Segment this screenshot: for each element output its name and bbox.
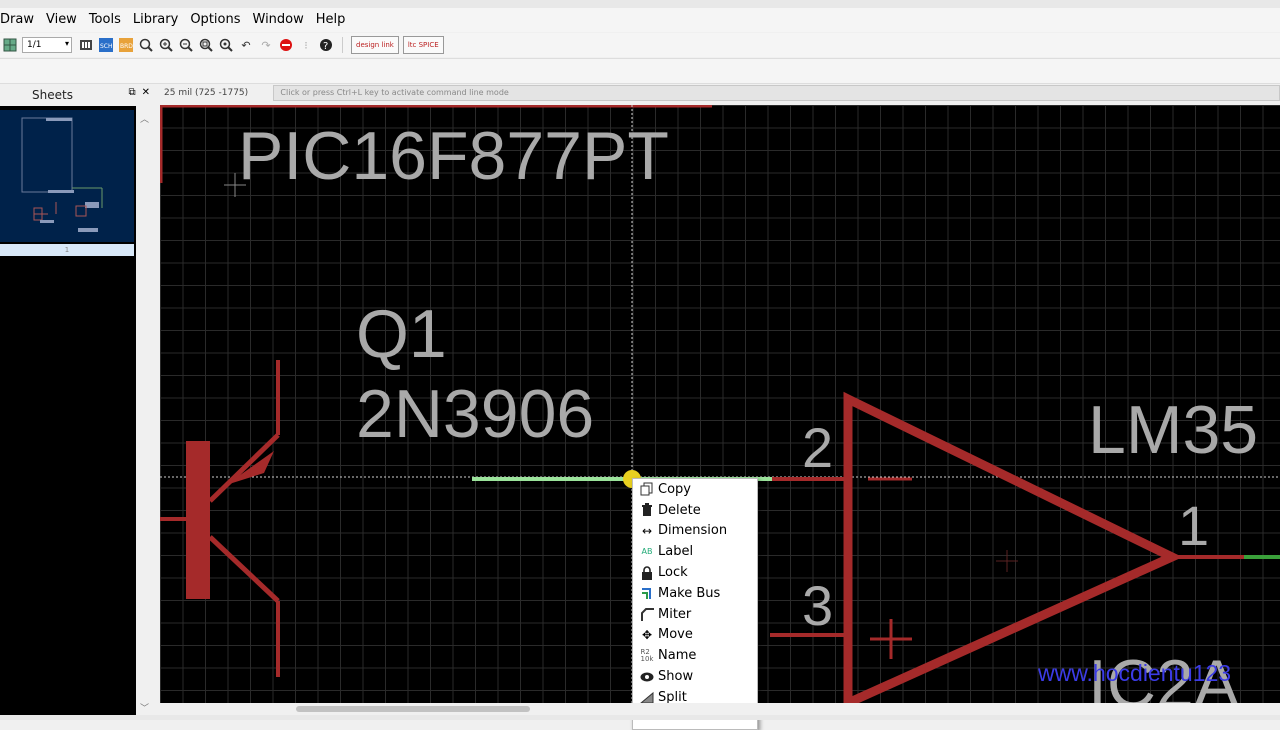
ctx-label: Show <box>658 669 694 685</box>
cursor-coordinate: 25 mil (725 -1775) <box>164 88 249 98</box>
sheets-grid-icon[interactable] <box>2 37 18 53</box>
context-menu: Copy Delete ↔ Dimension AB Label Lock Ma… <box>632 478 758 730</box>
ctx-show[interactable]: Show <box>633 666 757 687</box>
move-icon: ✥ <box>641 627 653 642</box>
window-top-strip <box>0 0 1280 8</box>
redo-icon[interactable]: ↷ <box>258 37 274 53</box>
menu-help[interactable]: Help <box>310 8 352 32</box>
ctx-label: Miter <box>658 606 692 622</box>
ctx-label: Delete <box>658 502 701 518</box>
transistor-name-label: Q1 <box>356 296 447 372</box>
status-bar: 25 mil (725 -1775) Click or press Ctrl+L… <box>154 84 1280 102</box>
sheets-panel-header: Sheets ⧉ ✕ <box>0 84 154 106</box>
secondary-toolbar-area <box>0 58 1280 84</box>
sheet-select[interactable]: 1/1 <box>22 37 72 53</box>
zoom-fit-icon[interactable] <box>138 37 154 53</box>
sheets-vertical-scrollbar[interactable]: ︿ ﹀ <box>136 106 154 720</box>
menu-window[interactable]: Window <box>247 8 310 32</box>
watermark-text: www.hocdientu123 <box>1038 660 1232 686</box>
go-icon[interactable]: ⁝ <box>298 37 314 53</box>
ctx-label: Copy <box>658 481 691 497</box>
design-link-button[interactable]: design link <box>351 36 399 54</box>
transistor-value-label: 2N3906 <box>356 376 595 452</box>
lock-icon <box>639 565 655 581</box>
menu-bar: Draw View Tools Library Options Window H… <box>0 8 1280 32</box>
zoom-select-icon[interactable] <box>198 37 214 53</box>
ctx-label-item[interactable]: AB Label <box>633 541 757 562</box>
bus-icon <box>639 585 655 601</box>
ctx-miter[interactable]: Miter <box>633 604 757 625</box>
svg-text:SCH: SCH <box>100 43 113 50</box>
ctx-make-bus[interactable]: Make Bus <box>633 583 757 604</box>
svg-text:BRD: BRD <box>120 43 133 50</box>
sheet-thumbnail-label: 1 <box>0 244 134 256</box>
transistor-symbol[interactable] <box>160 360 280 677</box>
ctx-name[interactable]: R2 10k Name <box>633 645 757 666</box>
sheets-panel: Sheets ⧉ ✕ 1 ︿ ﹀ <box>0 84 154 720</box>
trash-icon <box>639 502 655 518</box>
dimension-icon: ↔ <box>641 523 653 538</box>
pin-2-label: 2 <box>802 416 834 479</box>
float-icon[interactable]: ⧉ <box>128 87 135 98</box>
close-icon[interactable]: ✕ <box>142 87 150 98</box>
zoom-redraw-icon[interactable] <box>218 37 234 53</box>
svg-text:?: ? <box>323 41 328 52</box>
eye-icon <box>639 669 655 685</box>
menu-draw[interactable]: Draw <box>0 8 40 32</box>
scroll-up-icon[interactable]: ︿ <box>140 112 149 125</box>
ctx-label: Move <box>658 627 693 643</box>
ctx-label: Make Bus <box>658 585 721 601</box>
sheet-thumbnail[interactable] <box>0 110 134 242</box>
pin-3-label: 3 <box>802 574 834 637</box>
ctx-label: Label <box>658 544 694 560</box>
ctx-delete[interactable]: Delete <box>633 500 757 521</box>
toolbar-separator <box>342 37 343 53</box>
sheets-title: Sheets <box>32 88 73 102</box>
copy-icon <box>639 481 655 497</box>
stop-icon[interactable] <box>278 37 294 53</box>
zoom-in-icon[interactable] <box>158 37 174 53</box>
ctx-move[interactable]: ✥ Move <box>633 625 757 646</box>
canvas-horizontal-scrollbar[interactable] <box>154 703 1280 715</box>
brd-icon[interactable]: BRD <box>118 37 134 53</box>
ctx-label: Dimension <box>658 523 728 539</box>
ctx-copy[interactable]: Copy <box>633 479 757 500</box>
menu-options[interactable]: Options <box>184 8 246 32</box>
scroll-down-icon[interactable]: ﹀ <box>140 701 149 714</box>
pin-1-label: 1 <box>1178 494 1210 557</box>
sheet-list-icon[interactable] <box>78 37 94 53</box>
command-line-input[interactable]: Click or press Ctrl+L key to activate co… <box>273 85 1280 101</box>
ctx-label: Lock <box>658 565 688 581</box>
ctx-dimension[interactable]: ↔ Dimension <box>633 521 757 542</box>
ltc-spice-button[interactable]: ltc SPICE <box>402 36 444 54</box>
miter-icon <box>639 606 655 622</box>
ctx-label: Name <box>658 648 697 664</box>
main-toolbar: 1/1 SCH BRD ↶ ↷ ⁝ ? design link ltc SPIC… <box>0 33 1280 57</box>
help-icon[interactable]: ? <box>318 37 334 53</box>
undo-icon[interactable]: ↶ <box>238 37 254 53</box>
zoom-out-icon[interactable] <box>178 37 194 53</box>
ctx-lock[interactable]: Lock <box>633 562 757 583</box>
part-name-label: PIC16F877PT <box>238 118 669 194</box>
menu-tools[interactable]: Tools <box>83 8 127 32</box>
menu-view[interactable]: View <box>40 8 83 32</box>
window-bottom-strip <box>0 715 1280 720</box>
opamp-name-label: LM35 <box>1088 392 1259 468</box>
name-icon: R2 10k <box>640 647 654 663</box>
scrollbar-thumb[interactable] <box>296 706 530 712</box>
menu-library[interactable]: Library <box>127 8 184 32</box>
label-icon: AB <box>641 547 653 557</box>
sch-icon[interactable]: SCH <box>98 37 114 53</box>
